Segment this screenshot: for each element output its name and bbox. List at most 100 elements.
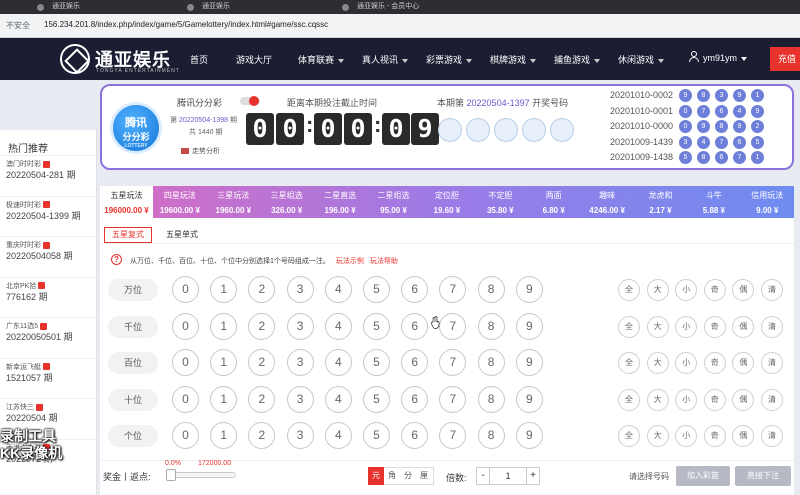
number-ball[interactable]: 2 [248,385,276,413]
play-tab[interactable]: 四星玩法 19600.00 ¥ [153,186,206,218]
number-ball[interactable]: 6 [401,422,429,449]
nav-item-casual[interactable]: 休闲游戏 [618,53,665,66]
number-ball[interactable]: 9 [515,349,543,376]
user-menu[interactable]: ym91ym [703,53,748,63]
number-ball[interactable]: 0 [172,312,199,340]
number-ball[interactable]: 4 [324,312,352,340]
help-link[interactable]: 玩法帮助 [370,258,398,265]
play-tab[interactable]: 二星直选 196.00 ¥ [314,186,367,218]
trend-link[interactable]: 走势分析 [181,146,220,156]
quick-select-button[interactable]: 奇 [703,279,726,301]
quick-select-button[interactable]: 小 [675,388,698,411]
multiplier-increase-button[interactable]: + [526,467,540,485]
sidebar-game-item[interactable]: 澳门时时彩 20220504-281 期 [0,155,97,196]
quick-select-button[interactable]: 全 [618,315,640,338]
number-ball[interactable]: 9 [515,312,543,340]
number-ball[interactable]: 9 [515,422,543,449]
quick-select-button[interactable]: 清 [761,388,783,411]
sidebar-game-item[interactable]: 极速时时彩 20220504-1399 期 [0,195,97,237]
number-ball[interactable]: 3 [286,385,314,413]
number-ball[interactable]: 6 [401,385,429,413]
add-to-cart-button[interactable]: 加入彩篮 [676,466,730,486]
number-ball[interactable]: 5 [363,312,390,340]
quick-select-button[interactable]: 大 [646,352,669,374]
unit-fen[interactable]: 分 [400,467,416,485]
number-ball[interactable]: 4 [324,276,352,303]
nav-item-home[interactable]: 首页 [190,53,208,66]
unit-li[interactable]: 厘 [416,467,432,485]
number-ball[interactable]: 1 [210,276,238,303]
quick-select-button[interactable]: 大 [646,425,669,447]
number-ball[interactable]: 6 [401,312,429,340]
unit-jiao[interactable]: 角 [384,467,400,485]
number-ball[interactable]: 5 [363,422,390,449]
play-tab[interactable]: 斗牛 5.88 ¥ [687,186,740,218]
quick-select-button[interactable]: 清 [761,425,783,447]
number-ball[interactable]: 5 [363,385,390,413]
number-ball[interactable]: 0 [172,276,199,303]
number-ball[interactable]: 2 [248,312,276,340]
sidebar-game-item[interactable]: 广东11选5 20220050501 期 [0,317,97,358]
browser-tab[interactable]: 通亚娱乐 [30,0,170,14]
number-ball[interactable]: 8 [477,349,505,376]
nav-item-live[interactable]: 真人视讯 [362,53,409,66]
sidebar-game-item[interactable]: 新幸运飞艇 1521057 期 [0,357,97,399]
url-text[interactable]: 156.234.201.8/index.php/index/game/5/Gam… [44,20,328,29]
play-tab[interactable]: 三星玩法 1960.00 ¥ [207,186,260,218]
number-ball[interactable]: 9 [515,276,543,303]
number-ball[interactable]: 3 [286,276,314,303]
nav-item-sports[interactable]: 体育联赛 [298,53,345,66]
subtab-single[interactable]: 五星单式 [166,227,198,243]
number-ball[interactable]: 3 [286,349,314,376]
sidebar-game-item[interactable]: 北京PK拾 776162 期 [0,276,97,318]
quick-select-button[interactable]: 大 [646,388,669,411]
quick-select-button[interactable]: 全 [618,425,640,447]
number-ball[interactable]: 0 [172,422,199,449]
nav-item-lottery[interactable]: 彩票游戏 [426,53,473,66]
game-toggle[interactable] [240,96,260,106]
number-ball[interactable]: 1 [210,422,238,449]
play-tab[interactable]: 趣味 4246.00 ¥ [581,186,634,218]
number-ball[interactable]: 7 [439,312,467,340]
number-ball[interactable]: 3 [286,312,314,340]
number-ball[interactable]: 1 [210,349,238,376]
number-ball[interactable]: 9 [515,385,543,413]
quick-select-button[interactable]: 偶 [732,388,755,411]
quick-select-button[interactable]: 大 [646,279,669,301]
number-ball[interactable]: 8 [477,312,505,340]
nav-item-chess[interactable]: 棋牌游戏 [490,53,537,66]
quick-select-button[interactable]: 全 [618,279,640,301]
number-ball[interactable]: 8 [477,276,505,303]
number-ball[interactable]: 4 [324,422,352,449]
multiplier-decrease-button[interactable]: - [476,467,490,485]
number-ball[interactable]: 0 [172,385,199,413]
example-link[interactable]: 玩法示例 [336,258,364,265]
logo-icon[interactable] [60,44,90,74]
number-ball[interactable]: 1 [210,385,238,413]
quick-select-button[interactable]: 小 [675,315,698,338]
multiplier-input[interactable]: 1 [490,467,526,485]
play-tab[interactable]: 五星玩法 196000.00 ¥ [100,186,153,218]
quick-select-button[interactable]: 全 [618,352,640,374]
recharge-button[interactable]: 充值 [770,47,800,71]
rebate-slider-handle[interactable] [166,469,176,481]
number-ball[interactable]: 4 [324,349,352,376]
number-ball[interactable]: 5 [363,349,390,376]
browser-tab[interactable]: 通亚娱乐 - 会员中心 [335,0,475,14]
number-ball[interactable]: 5 [363,276,390,303]
user-icon[interactable] [688,51,699,62]
play-tab[interactable]: 龙虎和 2.17 ¥ [634,186,687,218]
subtab-compound[interactable]: 五星复式 [104,227,152,243]
play-tab[interactable]: 不定胆 35.80 ¥ [474,186,527,218]
number-ball[interactable]: 0 [172,349,199,376]
quick-select-button[interactable]: 奇 [703,388,726,411]
quick-select-button[interactable]: 全 [618,388,640,411]
quick-select-button[interactable]: 奇 [703,352,726,374]
number-ball[interactable]: 4 [324,385,352,413]
browser-tab[interactable]: 通亚娱乐 [180,0,320,14]
number-ball[interactable]: 6 [401,276,429,303]
address-bar[interactable]: 不安全 156.234.201.8/index.php/index/game/5… [0,14,800,38]
play-tab[interactable]: 定位胆 19.60 ¥ [420,186,473,218]
quick-select-button[interactable]: 奇 [703,425,726,447]
rebate-slider[interactable] [166,472,236,478]
